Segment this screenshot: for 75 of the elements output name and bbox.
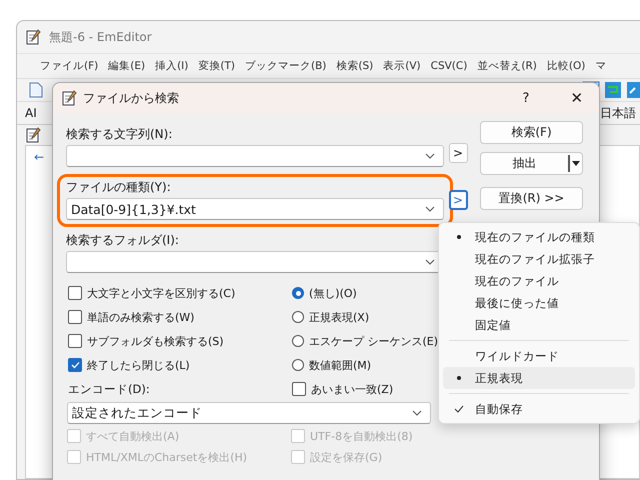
bullet-icon — [457, 376, 461, 380]
menu-item[interactable]: マ — [590, 59, 612, 73]
checkbox[interactable] — [292, 382, 306, 396]
arrow-glyph: ← — [34, 150, 44, 164]
checkbox-label: HTML/XMLのCharsetを検出(H) — [86, 450, 248, 464]
check-icon — [70, 361, 80, 369]
toolbar-icon[interactable] — [626, 81, 640, 99]
checkbox-label: 大文字と小文字を区別する(C) — [87, 286, 236, 300]
menu-item[interactable]: 比較(O) — [542, 59, 590, 73]
menu-item[interactable]: 現在のファイルの種類 — [443, 226, 635, 248]
field-label: エンコード(D): — [68, 380, 151, 398]
checkbox-label: UTF-8を自動検出(8) — [310, 428, 413, 444]
encoding-combo-box[interactable]: 設定されたエンコード — [67, 402, 431, 424]
checkbox[interactable] — [68, 286, 82, 300]
chevron-down-icon — [412, 410, 422, 416]
radio-button[interactable] — [292, 311, 304, 323]
radio-button[interactable] — [292, 287, 304, 299]
radio-button[interactable] — [292, 359, 304, 371]
checkbox-label: サブフォルダも検索する(S) — [87, 334, 224, 348]
menu-item[interactable]: 現在のファイル拡張子 — [443, 248, 635, 270]
dialog-title: ファイルから検索 — [83, 90, 179, 106]
notepad-icon — [61, 90, 77, 106]
split-button[interactable]: 抽出 — [480, 152, 583, 175]
radio-button[interactable] — [292, 335, 304, 347]
menu-item[interactable]: 正規表現 — [443, 367, 635, 389]
menu-item[interactable]: 並べ替え(R) — [472, 59, 542, 73]
menu-item[interactable]: CSV(C) — [426, 60, 472, 72]
checkbox-label: あいまい一致(Z) — [311, 382, 394, 396]
checkbox-label: 終了したら閉じる(L) — [87, 358, 190, 372]
dialog-button[interactable]: 置換(R) >> — [480, 187, 583, 210]
expand-button[interactable]: > — [448, 190, 468, 210]
dialog-button[interactable]: 検索(F) — [480, 121, 583, 144]
menu-item[interactable]: 編集(E) — [103, 59, 150, 73]
checkbox-label: 設定を保存(G) — [310, 450, 382, 464]
help-button[interactable]: ? — [503, 90, 549, 106]
expand-button[interactable]: > — [448, 143, 468, 163]
menu-item[interactable]: 最後に使った値 — [443, 292, 635, 314]
window-title: 無題-6 - EmEditor — [49, 28, 152, 46]
combo-box[interactable]: Data[0-9]{1,3}¥.txt — [66, 198, 444, 220]
menu-item[interactable]: 検索(S) — [331, 59, 378, 73]
field-label: 検索する文字列(N): — [66, 126, 174, 143]
radio-label: 正規表現(X) — [309, 310, 370, 324]
menu-item[interactable]: ブックマーク(B) — [240, 59, 332, 73]
checkbox[interactable] — [68, 310, 82, 324]
ai-label[interactable]: AI — [25, 106, 37, 120]
combo-box[interactable] — [66, 145, 444, 167]
menu-item[interactable]: 挿入(I) — [150, 59, 194, 73]
checkbox-label: 単語のみ検索する(W) — [87, 310, 194, 324]
chevron-down-icon — [425, 259, 435, 265]
checkbox-label: すべて自動検出(A) — [86, 428, 180, 444]
bullet-icon — [457, 235, 461, 239]
field-label: ファイルの種類(Y): — [66, 179, 172, 196]
notepad-icon — [25, 29, 41, 45]
menu-item[interactable]: ファイル(F) — [35, 59, 104, 73]
checkbox[interactable] — [68, 358, 82, 372]
chevron-down-icon — [425, 153, 435, 159]
menu-item[interactable]: 表示(V) — [378, 59, 426, 73]
field-label: 検索するフォルダ(I): — [66, 232, 180, 249]
language-label[interactable]: 日本語 — [600, 104, 636, 122]
radio-label: 数値範囲(M) — [309, 358, 372, 372]
wrap-icon[interactable] — [604, 81, 622, 99]
radio-label: (無し)(O) — [309, 286, 357, 300]
menu-item[interactable]: ワイルドカード — [443, 345, 635, 367]
menu-item[interactable]: 自動保存 — [443, 398, 635, 420]
dropdown-icon[interactable] — [572, 161, 580, 166]
radio-label: エスケープ シーケンス(E) — [309, 334, 438, 348]
check-icon — [454, 405, 464, 413]
menu-item[interactable]: 固定値 — [443, 314, 635, 336]
checkbox[interactable] — [68, 334, 82, 348]
menu-item[interactable]: 変換(T) — [193, 59, 240, 73]
new-document-icon[interactable] — [29, 82, 43, 98]
notepad-icon — [25, 127, 41, 143]
chevron-down-icon — [425, 206, 435, 212]
close-button[interactable]: ✕ — [555, 88, 599, 108]
menu-item[interactable]: 現在のファイル — [443, 270, 635, 292]
